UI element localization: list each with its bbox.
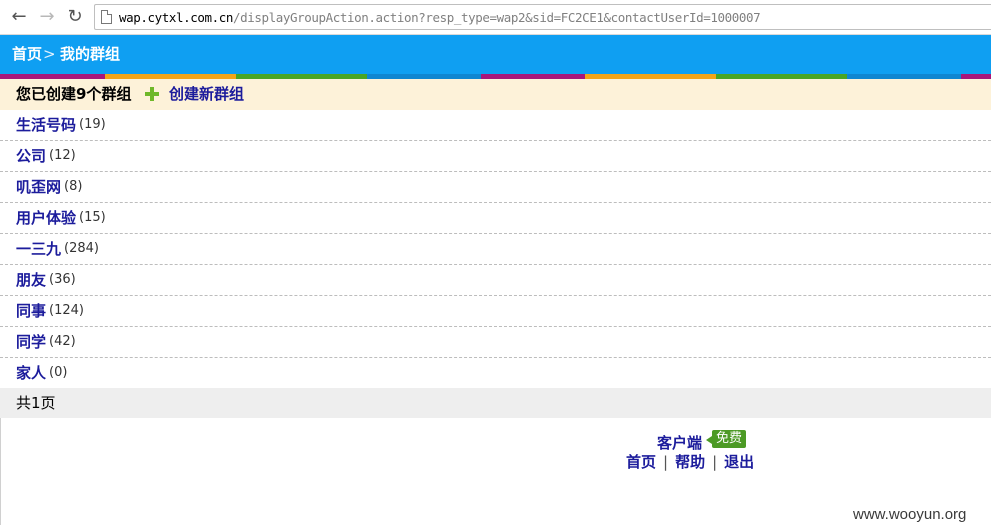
footer-logout-link[interactable]: 退出 <box>724 453 754 471</box>
group-link[interactable]: 家人 <box>16 358 46 388</box>
page-header: 首页 > 我的群组 <box>0 35 991 74</box>
group-summary-bar: 您已创建9个群组 创建新群组 <box>0 79 991 110</box>
forward-arrow-icon[interactable]: → <box>37 7 57 27</box>
url-host: wap.cytxl.com.cn <box>119 10 234 25</box>
page-count-text: 共1页 <box>16 394 56 412</box>
page-icon <box>101 10 112 24</box>
group-name: 用户体验 <box>16 209 77 227</box>
back-arrow-icon[interactable]: ← <box>9 7 29 27</box>
address-bar[interactable]: wap.cytxl.com.cn/displayGroupAction.acti… <box>94 4 991 30</box>
group-link[interactable]: 生活号码 <box>16 110 76 140</box>
breadcrumb-home[interactable]: 首页 <box>12 35 42 74</box>
group-member-count: (124) <box>49 303 84 318</box>
group-member-count: (15) <box>79 210 106 225</box>
create-group-link[interactable]: 创建新群组 <box>169 79 244 110</box>
group-member-count: (42) <box>49 334 76 349</box>
url-text[interactable]: wap.cytxl.com.cn/displayGroupAction.acti… <box>119 10 761 25</box>
group-name: 叽歪网 <box>16 178 62 196</box>
client-download-link[interactable]: 客户端 <box>657 432 702 453</box>
group-list-item: 同学 (42) <box>0 327 991 358</box>
url-path: /displayGroupAction.action?resp_type=wap… <box>233 10 761 25</box>
group-list-item: 一三九 (284) <box>0 234 991 265</box>
breadcrumb-separator: > <box>43 45 56 63</box>
group-list-item: 用户体验 (15) <box>0 203 991 234</box>
group-link[interactable]: 同学 <box>16 327 46 357</box>
group-link[interactable]: 用户体验 <box>16 203 76 233</box>
reload-icon[interactable]: ↻ <box>65 7 85 27</box>
left-border <box>0 418 1 525</box>
footer-home-link[interactable]: 首页 <box>626 453 656 471</box>
footer-help-link[interactable]: 帮助 <box>675 453 705 471</box>
group-name: 生活号码 <box>16 116 77 134</box>
watermark: www.wooyun.org <box>853 506 967 523</box>
group-name: 家人 <box>16 364 47 382</box>
group-member-count: (0) <box>49 365 68 380</box>
group-member-count: (12) <box>49 148 76 163</box>
group-link[interactable]: 朋友 <box>16 265 46 295</box>
group-list-item: 家人 (0) <box>0 358 991 389</box>
footer-separator: | <box>712 453 718 471</box>
group-list-item: 朋友 (36) <box>0 265 991 296</box>
group-member-count: (36) <box>49 272 76 287</box>
group-name: 同学 <box>16 333 47 351</box>
group-member-count: (19) <box>79 117 106 132</box>
pager: 共1页 <box>0 388 991 418</box>
group-name: 公司 <box>16 147 47 165</box>
group-list-item: 同事 (124) <box>0 296 991 327</box>
group-name: 朋友 <box>16 271 47 289</box>
group-list: 生活号码 (19) 公司 (12) 叽歪网 (8) 用户体验 (15) 一三九 (284) 朋友 (3… <box>0 110 991 389</box>
browser-toolbar: ← → ↻ wap.cytxl.com.cn/displayGroupActio… <box>0 0 991 35</box>
group-link[interactable]: 叽歪网 <box>16 172 61 202</box>
group-list-item: 公司 (12) <box>0 141 991 172</box>
footer-links: 首页 | 帮助 | 退出 <box>626 451 754 472</box>
footer-separator: | <box>663 453 669 471</box>
group-count-text: 您已创建9个群组 <box>16 85 132 103</box>
group-name: 一三九 <box>16 240 62 258</box>
group-list-item: 生活号码 (19) <box>0 110 991 141</box>
free-badge: 免费 <box>705 430 747 448</box>
group-name: 同事 <box>16 302 47 320</box>
group-list-item: 叽歪网 (8) <box>0 172 991 203</box>
breadcrumb-current: 我的群组 <box>60 45 121 63</box>
group-link[interactable]: 同事 <box>16 296 46 326</box>
group-member-count: (8) <box>64 179 83 194</box>
group-link[interactable]: 公司 <box>16 141 46 171</box>
group-link[interactable]: 一三九 <box>16 234 61 264</box>
plus-icon[interactable] <box>145 87 159 101</box>
group-member-count: (284) <box>64 241 99 256</box>
